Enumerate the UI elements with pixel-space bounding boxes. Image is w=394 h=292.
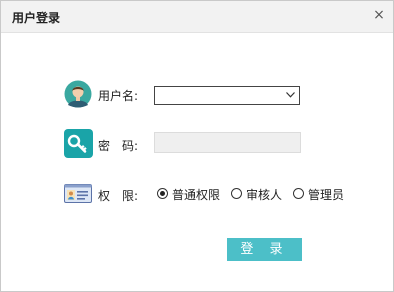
radio-normal-label: 普通权限 [172,188,221,202]
radio-admin[interactable]: 管理员 [293,186,347,202]
username-label: 用户名: [98,89,139,103]
id-card-icon [64,184,92,203]
close-icon[interactable]: × [371,6,387,24]
radio-reviewer[interactable]: 审核人 [231,186,285,202]
radio-circle [293,188,304,199]
radio-circle [157,188,168,199]
user-avatar-icon [64,80,92,108]
password-field[interactable] [154,132,301,153]
radio-circle [231,188,242,199]
title-bar: 用户登录 × [1,1,393,33]
role-label: 权 限: [98,189,139,203]
login-dialog: 用户登录 × 用户名: 密 码: 权 限: 普通权限 审核人 管理员 登 录 [0,0,394,292]
chevron-down-icon [286,92,295,98]
username-select[interactable] [154,86,300,105]
radio-normal[interactable]: 普通权限 [157,186,223,202]
login-button[interactable]: 登 录 [227,238,302,261]
dialog-title: 用户登录 [12,11,61,25]
key-icon [64,129,93,158]
password-label: 密 码: [98,139,139,153]
radio-reviewer-label: 审核人 [246,188,283,202]
radio-dot [160,191,165,196]
radio-admin-label: 管理员 [308,188,345,202]
